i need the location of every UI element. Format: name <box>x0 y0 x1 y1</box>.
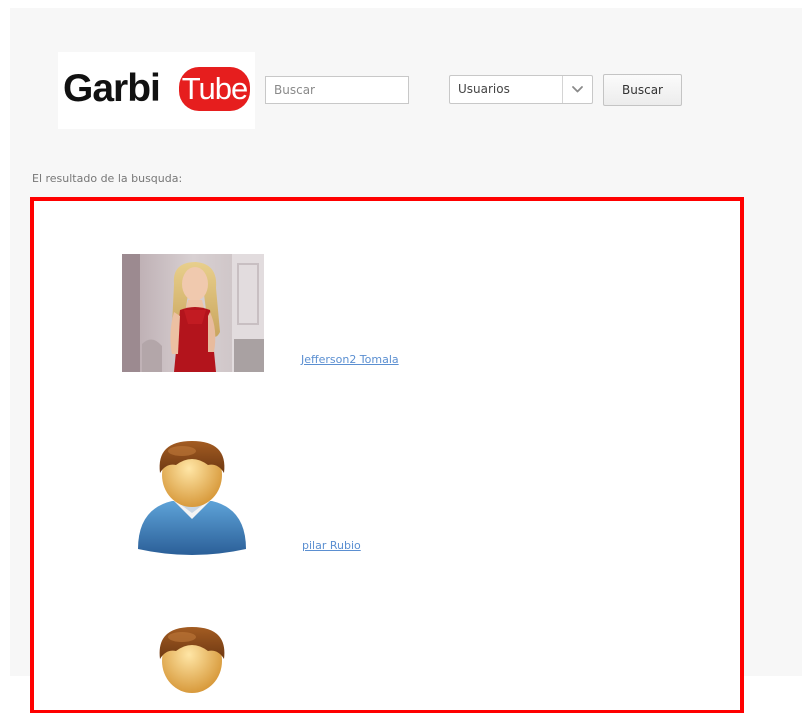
default-user-avatar-icon[interactable] <box>132 623 252 710</box>
default-user-avatar-icon[interactable] <box>132 437 252 561</box>
garbitube-logo[interactable]: Garbi Tube <box>58 52 255 129</box>
result-user-link[interactable]: pilar Rubio <box>302 539 361 552</box>
logo-text-tube: Tube <box>181 71 249 106</box>
search-results-list: Jefferson2 Tomala pilar Rubio <box>30 197 744 713</box>
results-heading: El resultado de la busquda: <box>32 172 183 185</box>
search-type-selected-value: Usuarios <box>458 82 510 96</box>
logo-tube-badge: Tube <box>179 67 250 111</box>
chevron-down-icon[interactable] <box>571 84 584 94</box>
select-divider <box>562 76 563 103</box>
result-user-link[interactable]: Jefferson2 Tomala <box>301 353 399 366</box>
user-photo[interactable] <box>122 254 264 372</box>
search-button[interactable]: Buscar <box>603 74 682 106</box>
search-type-select[interactable]: Usuarios <box>449 75 593 104</box>
search-input[interactable] <box>265 76 409 104</box>
logo-text-garbi: Garbi <box>63 67 161 110</box>
page: Garbi Tube Usuarios Buscar El resultado … <box>0 0 802 713</box>
